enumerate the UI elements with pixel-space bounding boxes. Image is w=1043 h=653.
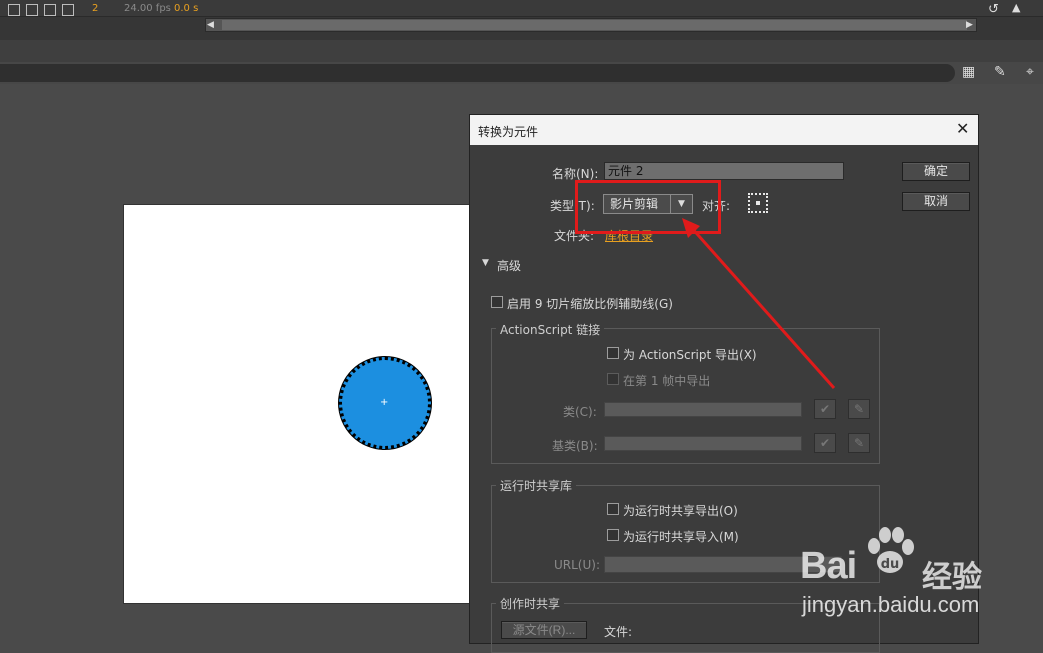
url-label: URL(U): (554, 558, 600, 572)
scrollbar-thumb[interactable] (222, 20, 967, 30)
frame-number: 2 (92, 3, 99, 14)
cancel-button[interactable]: 取消 (902, 192, 970, 211)
nine-slice-checkbox[interactable] (491, 296, 503, 308)
center-stage-icon[interactable]: ⌖ (1026, 64, 1034, 80)
scroll-left-icon[interactable]: ◀ (207, 20, 217, 30)
modify-markers-icon[interactable] (62, 4, 74, 16)
runtime-import-label: 为运行时共享导入(M) (623, 530, 739, 544)
scroll-right-icon[interactable]: ▶ (966, 20, 976, 30)
expand-triangle-icon[interactable]: ▼ (482, 258, 489, 268)
watermark-logo-suffix: du (881, 557, 900, 572)
class-label: 类(C): (563, 405, 597, 419)
class-input[interactable] (604, 402, 802, 417)
export-actionscript-label: 为 ActionScript 导出(X) (623, 348, 757, 362)
runtime-export-checkbox[interactable] (607, 503, 619, 515)
onion-outline-icon[interactable] (26, 4, 38, 16)
base-class-input[interactable] (604, 436, 802, 451)
nine-slice-label: 启用 9 切片缩放比例辅助线(G) (507, 297, 673, 311)
watermark-cn: 经验 (922, 560, 982, 595)
baidu-paw-icon: du (868, 527, 914, 573)
annotation-highlight-box (575, 180, 721, 234)
registration-grid[interactable] (748, 193, 768, 213)
watermark-logo: Bai (800, 545, 857, 587)
timeline-bar: 2 24.00 fps 0.0 s ↺ ▲ (0, 0, 1043, 17)
panel-separator (0, 40, 1043, 62)
dialog-title: 转换为元件 (478, 125, 539, 139)
symbol-edit-icon[interactable]: ✎ (994, 64, 1006, 80)
actionscript-group-title: ActionScript 链接 (496, 321, 605, 338)
edit-multiple-frames-icon[interactable] (44, 4, 56, 16)
file-label: 文件: (604, 625, 633, 639)
loop-icon[interactable]: ↺ (988, 2, 999, 17)
edit-class-icon[interactable]: ✎ (848, 399, 870, 419)
registration-point-icon: + (380, 397, 389, 408)
export-frame1-checkbox[interactable] (607, 373, 619, 385)
export-frame1-label: 在第 1 帧中导出 (623, 374, 711, 388)
base-class-label: 基类(B): (552, 439, 598, 453)
edit-path-bar (0, 64, 955, 82)
clapperboard-icon[interactable]: ▦ (962, 64, 975, 80)
dialog-titlebar[interactable]: 转换为元件 ✕ (470, 115, 978, 145)
runtime-import-checkbox[interactable] (607, 529, 619, 541)
export-actionscript-checkbox[interactable] (607, 347, 619, 359)
watermark-url: jingyan.baidu.com (802, 592, 980, 617)
onion-skin-icon[interactable] (8, 4, 20, 16)
collapse-icon[interactable]: ▲ (1012, 1, 1020, 14)
edit-base-class-icon[interactable]: ✎ (848, 433, 870, 453)
advanced-toggle[interactable]: 高级 (497, 257, 521, 274)
authortime-group-title: 创作时共享 (496, 595, 565, 612)
check-base-class-icon[interactable]: ✔ (814, 433, 836, 453)
time-readout[interactable]: 0.0 s (174, 3, 198, 14)
runtime-shared-group-title: 运行时共享库 (496, 477, 577, 494)
source-file-button[interactable]: 源文件(R)... (501, 621, 587, 639)
ok-button[interactable]: 确定 (902, 162, 970, 181)
runtime-export-label: 为运行时共享导出(O) (623, 504, 738, 518)
fps-readout[interactable]: 24.00 fps (124, 3, 171, 14)
close-icon[interactable]: ✕ (956, 119, 969, 138)
check-class-icon[interactable]: ✔ (814, 399, 836, 419)
name-input[interactable]: 元件 2 (604, 162, 844, 180)
